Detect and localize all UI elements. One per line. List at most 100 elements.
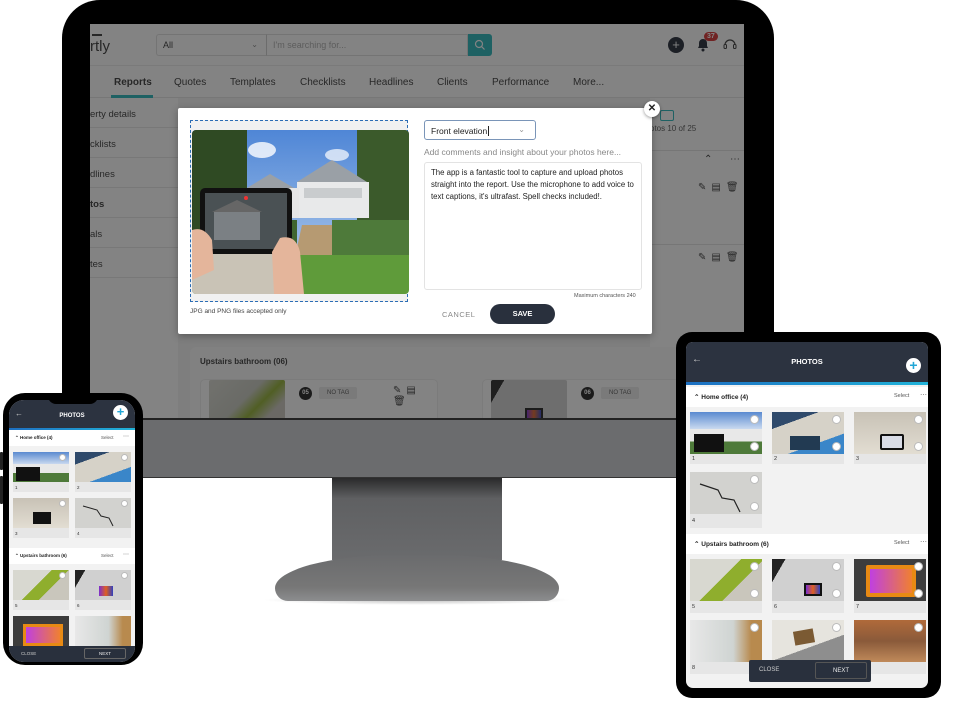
select-button[interactable]: Select: [894, 540, 909, 546]
edit-icon[interactable]: [59, 454, 66, 461]
photo-tile[interactable]: 7: [854, 559, 926, 613]
photo-tile[interactable]: 3: [854, 412, 926, 464]
photo-number: 1: [692, 456, 696, 462]
more-icon[interactable]: ⋯: [920, 538, 927, 546]
photo-number: 1: [15, 485, 18, 490]
photo-tile[interactable]: 2: [75, 452, 131, 492]
select-button[interactable]: Select: [101, 435, 114, 440]
tablet-screen: ← PHOTOS + ⌃ Home office (4) Select ⋯ 1 …: [686, 342, 928, 688]
house-photo: [192, 130, 409, 294]
select-button[interactable]: Select: [894, 393, 909, 399]
section-header-home-office[interactable]: ⌃ Home office (4) Select ⋯: [686, 387, 928, 407]
edit-icon[interactable]: [914, 415, 923, 424]
phone-notch: [48, 393, 98, 404]
share-icon[interactable]: [914, 589, 923, 598]
edit-icon[interactable]: [832, 623, 841, 632]
edit-icon[interactable]: [914, 562, 923, 571]
photo-tile[interactable]: 5: [13, 570, 69, 610]
close-button[interactable]: CLOSE: [759, 667, 779, 673]
share-icon[interactable]: [750, 442, 759, 451]
section-title: ⌃ Home office (4): [15, 435, 53, 441]
edit-icon[interactable]: [59, 500, 66, 507]
photo-number: 7: [856, 604, 860, 610]
section-title-text: Home office (4): [701, 394, 749, 401]
photo-number: 2: [774, 456, 778, 462]
photo-number: 6: [774, 604, 778, 610]
save-button[interactable]: SAVE: [490, 304, 555, 324]
edit-icon[interactable]: [121, 500, 128, 507]
share-icon[interactable]: [750, 589, 759, 598]
more-icon[interactable]: ⋯: [920, 391, 927, 399]
more-icon[interactable]: ⋯: [123, 433, 129, 440]
comment-hint: Add comments and insight about your phot…: [424, 147, 622, 157]
photo-number: 3: [15, 531, 18, 536]
section-title-text: Upstairs bathroom (6): [20, 553, 67, 558]
close-icon[interactable]: ✕: [644, 101, 660, 117]
photo-number: 4: [77, 531, 80, 536]
section-title-text: Upstairs bathroom (6): [701, 541, 769, 548]
photo-number: 5: [15, 603, 18, 608]
volume-button: [0, 476, 3, 504]
photo-edit-modal: JPG and PNG files accepted only Front el…: [178, 108, 652, 334]
photo-tile[interactable]: 5: [690, 559, 762, 613]
edit-icon[interactable]: [750, 623, 759, 632]
edit-icon[interactable]: [750, 562, 759, 571]
tablet-footer: CLOSE NEXT: [749, 660, 871, 682]
section-header-upstairs-bathroom[interactable]: ⌃ Upstairs bathroom (6) Select ⋯: [9, 548, 135, 564]
photo-tile[interactable]: 4: [75, 498, 131, 538]
tablet-title: PHOTOS: [791, 357, 823, 366]
edit-icon[interactable]: [121, 454, 128, 461]
photo-tile[interactable]: 1: [13, 452, 69, 492]
monitor-chin: [62, 418, 774, 478]
share-icon[interactable]: [914, 442, 923, 451]
photo-tile[interactable]: 6: [772, 559, 844, 613]
section-title: ⌃ Upstairs bathroom (6): [15, 553, 67, 559]
phone-footer: CLOSE NEXT: [9, 646, 135, 662]
section-header-upstairs-bathroom[interactable]: ⌃ Upstairs bathroom (6) Select ⋯: [686, 534, 928, 554]
photo-tile[interactable]: 4: [690, 472, 762, 528]
file-type-note: JPG and PNG files accepted only: [190, 308, 287, 315]
photo-tile[interactable]: 6: [75, 570, 131, 610]
photo-tile[interactable]: [75, 616, 131, 648]
photo-number: 5: [692, 604, 696, 610]
photo-tile[interactable]: 1: [690, 412, 762, 464]
monitor-stand-base: [275, 555, 559, 601]
volume-button: [0, 452, 3, 470]
photo-tile[interactable]: 3: [13, 498, 69, 538]
section-title: ⌃ Upstairs bathroom (6): [694, 540, 769, 548]
section-title: ⌃ Home office (4): [694, 393, 748, 401]
tablet-header: ← PHOTOS +: [686, 342, 928, 382]
edit-icon[interactable]: [121, 572, 128, 579]
edit-icon[interactable]: [832, 415, 841, 424]
photo-tile[interactable]: [13, 616, 69, 648]
photo-tile[interactable]: 2: [772, 412, 844, 464]
close-button[interactable]: CLOSE: [21, 651, 36, 656]
photo-number: 6: [77, 603, 80, 608]
phone-screen: ← PHOTOS + ⌃ Home office (4) Select ⋯ 1 …: [9, 400, 135, 662]
edit-icon[interactable]: [750, 415, 759, 424]
photo-tag-value: Front elevation: [431, 126, 488, 136]
photo-tag-select[interactable]: Front elevation ⌄: [424, 120, 536, 140]
next-button[interactable]: NEXT: [84, 648, 126, 659]
comment-textarea[interactable]: The app is a fantastic tool to capture a…: [424, 162, 642, 290]
more-icon[interactable]: ⋯: [123, 551, 129, 558]
monitor-stand-neck: [332, 478, 502, 560]
share-icon[interactable]: [832, 442, 841, 451]
cancel-button[interactable]: CANCEL: [442, 310, 475, 319]
share-icon[interactable]: [750, 502, 759, 511]
edit-icon[interactable]: [59, 572, 66, 579]
edit-icon[interactable]: [914, 623, 923, 632]
edit-icon[interactable]: [750, 475, 759, 484]
uploaded-photo[interactable]: [192, 130, 409, 294]
photo-number: 2: [77, 485, 80, 490]
next-button[interactable]: NEXT: [815, 662, 867, 679]
edit-icon[interactable]: [832, 562, 841, 571]
add-photo-button[interactable]: +: [906, 358, 921, 373]
share-icon[interactable]: [832, 589, 841, 598]
add-photo-button[interactable]: +: [113, 405, 128, 420]
photo-number: 8: [692, 665, 696, 671]
section-header-home-office[interactable]: ⌃ Home office (4) Select ⋯: [9, 430, 135, 446]
chevron-down-icon: ⌄: [518, 125, 525, 134]
max-characters-note: Maximum characters 240: [574, 293, 636, 299]
select-button[interactable]: Select: [101, 553, 114, 558]
